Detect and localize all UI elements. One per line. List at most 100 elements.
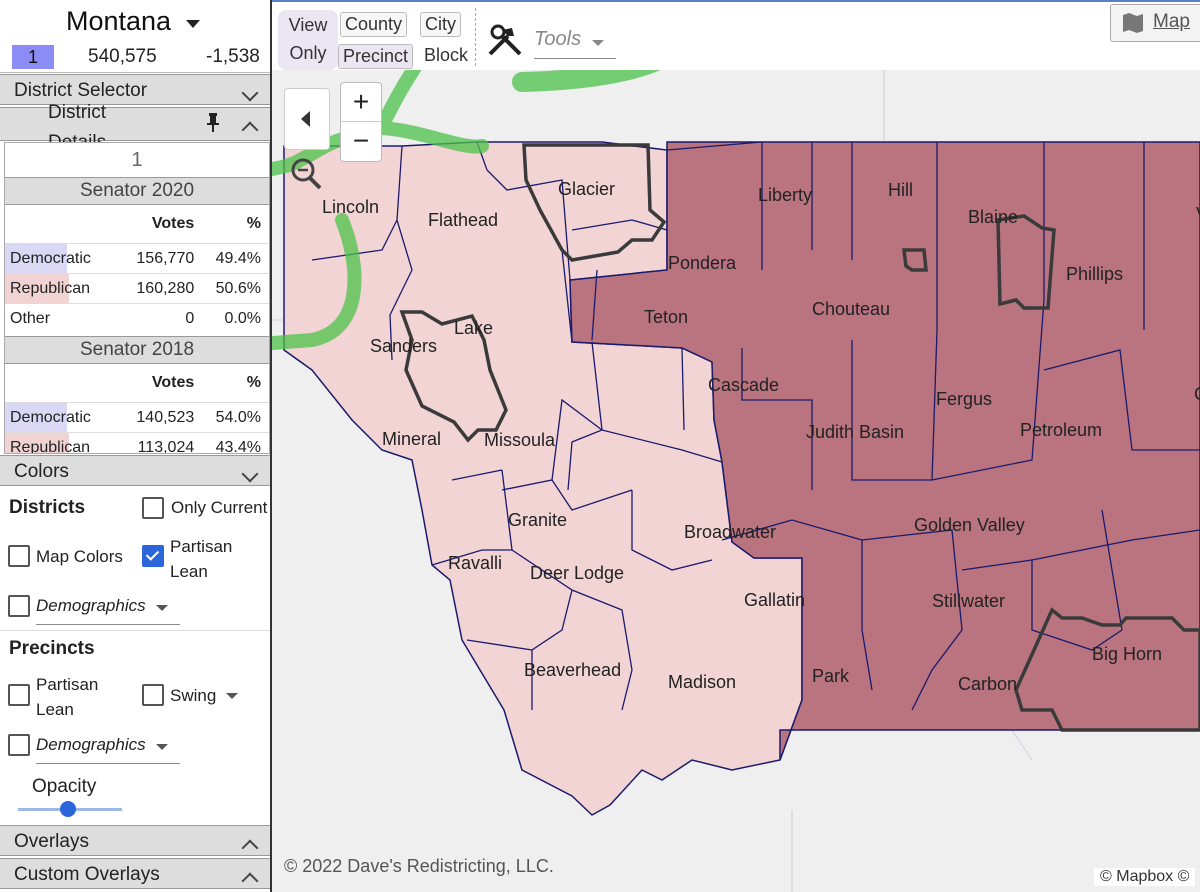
county-label-teton: Teton xyxy=(644,307,688,327)
county-label-petroleum: Petroleum xyxy=(1020,420,1102,440)
votes-header: Votes xyxy=(151,215,195,232)
chevron-down-icon xyxy=(156,605,168,611)
custom-overlays-label: Custom Overlays xyxy=(14,864,160,885)
state-name[interactable]: Montana xyxy=(66,6,171,37)
map-button-label: Map xyxy=(1153,11,1190,32)
map-canvas[interactable]: Lincoln Flathead Glacier Liberty Hill Blaine P… xyxy=(272,70,1200,892)
opacity-slider-handle[interactable] xyxy=(60,801,76,817)
map-icon xyxy=(1121,11,1145,41)
votes-value: 113,024 xyxy=(120,432,203,453)
party-label: Democratic xyxy=(5,402,121,433)
district-deviation: -1,538 xyxy=(206,46,260,67)
divider xyxy=(0,630,270,631)
county-label-granite: Granite xyxy=(508,510,567,530)
election-results-table: Votes% Democratic 156,770 49.4% Republican… xyxy=(5,205,269,333)
votes-value: 0 xyxy=(120,303,203,333)
precincts-heading: Precincts xyxy=(9,638,95,659)
zoom-control: + − xyxy=(340,82,382,162)
county-label-judith-basin: Judith Basin xyxy=(806,422,904,442)
zoom-search-icon[interactable] xyxy=(286,154,326,194)
map-colors-checkbox[interactable] xyxy=(8,545,30,567)
chevron-down-icon xyxy=(156,744,168,750)
election-title: Senator 2018 xyxy=(5,336,269,364)
precinct-partisan-lean-checkbox[interactable] xyxy=(8,684,30,706)
county-label-lincoln: Lincoln xyxy=(322,197,379,217)
county-label-missoula: Missoula xyxy=(484,430,556,450)
map-layer-button[interactable]: Map xyxy=(1110,4,1200,42)
tools-menu[interactable]: Tools xyxy=(534,28,581,51)
election-title: Senator 2020 xyxy=(5,177,269,205)
chevron-up-icon xyxy=(241,872,259,890)
only-current-label: Only Current xyxy=(171,498,268,517)
table-row: Democratic 156,770 49.4% xyxy=(5,243,269,274)
chevron-up-icon xyxy=(241,839,259,857)
demographics-checkbox[interactable] xyxy=(8,595,30,617)
district-details-header[interactable]: District Details xyxy=(0,102,270,153)
precinct-demographics-checkbox[interactable] xyxy=(8,734,30,756)
county-button[interactable]: County xyxy=(340,12,408,37)
colors-header[interactable]: Colors xyxy=(0,455,270,486)
pct-value: 43.4% xyxy=(202,432,269,453)
county-label-fergus: Fergus xyxy=(936,389,992,409)
precinct-button[interactable]: Precinct xyxy=(338,44,414,69)
mapbox-attribution[interactable]: © Mapbox © xyxy=(1094,868,1196,886)
dropdown-underline xyxy=(36,624,180,625)
overlays-header[interactable]: Overlays xyxy=(0,825,270,857)
county-label-beaverhead: Beaverhead xyxy=(524,660,621,680)
only-current-checkbox[interactable] xyxy=(142,497,164,519)
demographics-dropdown[interactable]: Demographics xyxy=(36,596,146,616)
overlays-label: Overlays xyxy=(14,831,89,852)
attribution-text: © 2022 Dave's Redistricting, LLC. xyxy=(284,856,554,876)
city-button[interactable]: City xyxy=(420,12,461,37)
county-label-flathead: Flathead xyxy=(428,210,498,230)
pct-value: 50.6% xyxy=(202,273,269,304)
state-dropdown-icon[interactable] xyxy=(186,20,200,28)
colors-label: Colors xyxy=(14,461,69,482)
districts-heading: Districts xyxy=(9,497,86,518)
party-label: Republican xyxy=(5,432,121,453)
precinct-demographics-dropdown[interactable]: Demographics xyxy=(36,735,146,755)
chevron-down-icon xyxy=(241,465,259,483)
state-header: Montana 1 540,575 -1,538 xyxy=(0,0,270,73)
party-label: Other xyxy=(5,303,121,333)
chevron-down-icon xyxy=(592,40,604,46)
tools-icon[interactable] xyxy=(486,24,524,63)
county-label-carbon: Carbon xyxy=(958,674,1017,694)
pin-icon[interactable] xyxy=(206,112,220,143)
partisan-lean-checkbox[interactable] xyxy=(142,545,164,567)
district-swatch[interactable]: 1 xyxy=(12,45,54,69)
swing-checkbox[interactable] xyxy=(142,684,164,706)
election-results-table: Votes% Democratic 140,523 54.0% Republican… xyxy=(5,364,269,453)
county-label-phillips: Phillips xyxy=(1066,264,1123,284)
table-row: Other 0 0.0% xyxy=(5,303,269,333)
dropdown-underline xyxy=(36,763,180,764)
pct-header: % xyxy=(246,215,261,232)
pct-value: 54.0% xyxy=(202,402,269,433)
collapse-panel-button[interactable] xyxy=(284,88,330,150)
county-label-pondera: Pondera xyxy=(668,253,737,273)
block-button[interactable]: Block xyxy=(420,44,472,67)
chevron-down-icon xyxy=(241,84,259,102)
map-svg[interactable]: Lincoln Flathead Glacier Liberty Hill Blaine P… xyxy=(272,70,1200,892)
toolbar: View Only County City Precinct Block Too… xyxy=(272,0,1200,70)
county-label-chouteau: Chouteau xyxy=(812,299,890,319)
votes-value: 156,770 xyxy=(120,243,203,274)
county-label-madison: Madison xyxy=(668,672,736,692)
county-label-liberty: Liberty xyxy=(758,185,812,205)
map-colors-label: Map Colors xyxy=(36,547,123,566)
county-label-sanders: Sanders xyxy=(370,336,437,356)
county-label-deer-lodge: Deer Lodge xyxy=(530,563,624,583)
county-label-hill: Hill xyxy=(888,180,913,200)
district-selector-header[interactable]: District Selector xyxy=(0,74,270,105)
custom-overlays-header[interactable]: Custom Overlays xyxy=(0,858,270,890)
county-label-gallatin: Gallatin xyxy=(744,590,805,610)
details-district-number: 1 xyxy=(131,149,143,171)
swing-label[interactable]: Swing xyxy=(170,686,216,706)
party-label: Republican xyxy=(5,273,121,304)
zoom-in-button[interactable]: + xyxy=(341,83,381,122)
district-population: 540,575 xyxy=(88,46,157,67)
pct-value: 49.4% xyxy=(202,243,269,274)
zoom-out-button[interactable]: − xyxy=(341,122,381,160)
view-only-button[interactable]: View Only xyxy=(278,10,338,70)
county-label-park: Park xyxy=(812,666,850,686)
